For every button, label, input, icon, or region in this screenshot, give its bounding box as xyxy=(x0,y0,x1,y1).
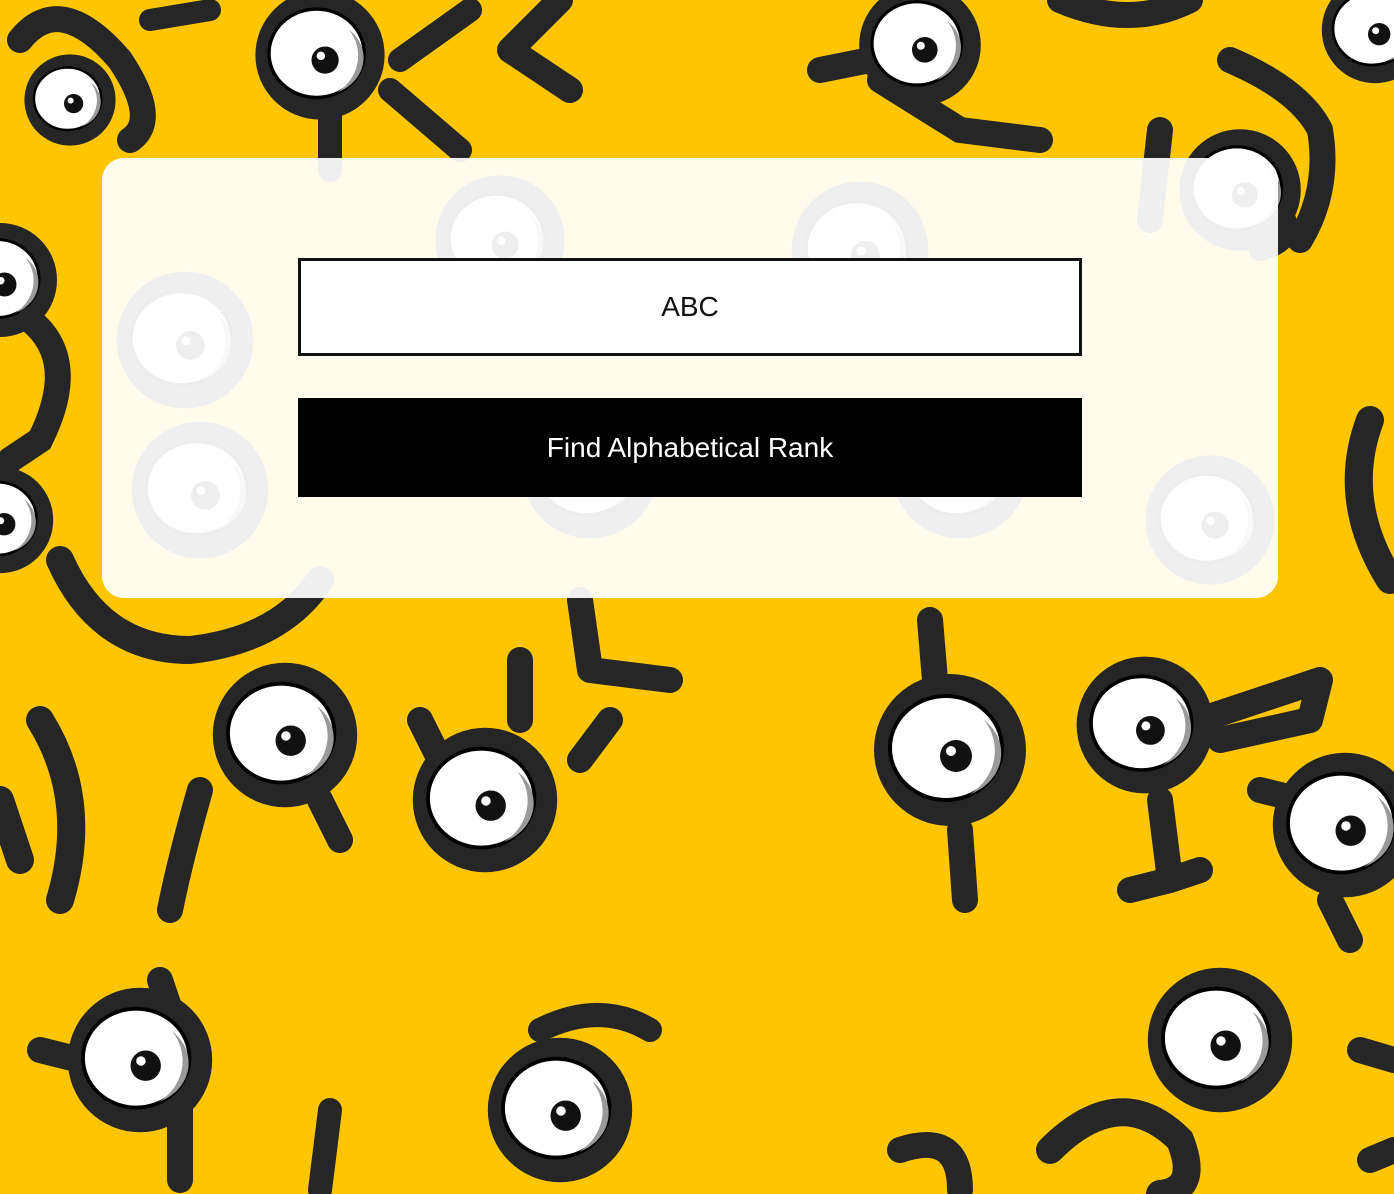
unown-creature xyxy=(567,587,683,693)
unown-creature xyxy=(887,965,1295,1194)
find-alphabetical-rank-button[interactable]: Find Alphabetical Rank xyxy=(298,398,1082,497)
unown-creature xyxy=(1347,1037,1394,1173)
unown-creature xyxy=(407,647,623,875)
unown-creature xyxy=(0,221,71,473)
unown-creature xyxy=(7,6,156,153)
unown-creature xyxy=(872,607,1028,913)
rank-form-card: Find Alphabetical Rank xyxy=(102,158,1278,598)
word-input[interactable] xyxy=(298,258,1082,356)
unown-creature xyxy=(807,0,1053,153)
unown-creature xyxy=(157,660,360,923)
unown-creature xyxy=(1247,750,1394,953)
unown-creature xyxy=(1249,199,1394,594)
unown-creature xyxy=(308,1003,662,1194)
unown-creature xyxy=(253,0,482,182)
unown-creature xyxy=(27,967,215,1193)
unown-creature xyxy=(0,706,86,914)
